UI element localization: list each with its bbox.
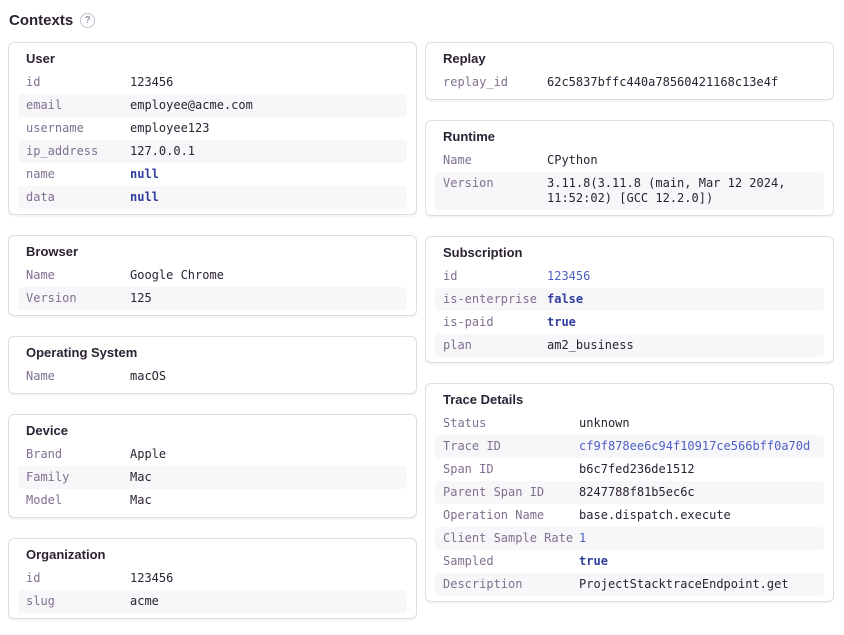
context-value: false <box>547 288 824 311</box>
context-table: replay_id62c5837bffc440a78560421168c13e4… <box>435 71 824 94</box>
context-key: Version <box>18 287 130 310</box>
context-key: Version <box>435 172 547 210</box>
section-header: Contexts ? <box>9 12 834 29</box>
help-question-icon[interactable]: ? <box>80 13 95 28</box>
context-value: Google Chrome <box>130 264 407 287</box>
context-value: Mac <box>130 489 407 512</box>
card-title: Operating System <box>18 345 407 360</box>
context-card-replay: Replay replay_id62c5837bffc440a7856042116… <box>425 42 834 100</box>
context-key: Brand <box>18 443 130 466</box>
context-table: BrandAppleFamilyMacModelMac <box>18 443 407 512</box>
context-value: unknown <box>579 412 824 435</box>
context-table: NameGoogle ChromeVersion125 <box>18 264 407 310</box>
card-title: User <box>18 51 407 66</box>
context-table: id123456emailemployee@acme.comusernameem… <box>18 71 407 209</box>
context-key: Parent Span ID <box>435 481 579 504</box>
context-value: Apple <box>130 443 407 466</box>
context-key: Model <box>18 489 130 512</box>
context-key: Operation Name <box>435 504 579 527</box>
context-card-browser: Browser NameGoogle ChromeVersion125 <box>8 235 417 316</box>
context-table: NameCPythonVersion3.11.8(3.11.8 (main, M… <box>435 149 824 210</box>
context-value: acme <box>130 590 407 613</box>
context-key: slug <box>18 590 130 613</box>
context-key: id <box>435 265 547 288</box>
context-value: 123456 <box>547 265 824 288</box>
context-card-device: Device BrandAppleFamilyMacModelMac <box>8 414 417 518</box>
context-card-operating-system: Operating System NamemacOS <box>8 336 417 394</box>
context-value: null <box>130 163 407 186</box>
context-value: employee123 <box>130 117 407 140</box>
context-key: data <box>18 186 130 209</box>
context-key: name <box>18 163 130 186</box>
context-key: Description <box>435 573 579 596</box>
context-value: true <box>579 550 824 573</box>
context-table: NamemacOS <box>18 365 407 388</box>
context-value: CPython <box>547 149 824 172</box>
context-value: null <box>130 186 407 209</box>
context-value: 8247788f81b5ec6c <box>579 481 824 504</box>
context-key: Name <box>435 149 547 172</box>
context-value: base.dispatch.execute <box>579 504 824 527</box>
context-value: ProjectStacktraceEndpoint.get <box>579 573 824 596</box>
context-card-runtime: Runtime NameCPythonVersion3.11.8(3.11.8 (… <box>425 120 834 216</box>
context-key: id <box>18 567 130 590</box>
context-value: am2_business <box>547 334 824 357</box>
context-key: Status <box>435 412 579 435</box>
card-title: Subscription <box>435 245 824 260</box>
context-card-user: User id123456emailemployee@acme.comuserna… <box>8 42 417 215</box>
card-title: Runtime <box>435 129 824 144</box>
context-key: username <box>18 117 130 140</box>
context-key: email <box>18 94 130 117</box>
context-key: id <box>18 71 130 94</box>
context-key: is-paid <box>435 311 547 334</box>
page-title: Contexts <box>9 12 73 29</box>
right-column: Replay replay_id62c5837bffc440a7856042116… <box>425 42 834 602</box>
context-value: Mac <box>130 466 407 489</box>
context-key: replay_id <box>435 71 547 94</box>
context-key: Sampled <box>435 550 579 573</box>
context-value: b6c7fed236de1512 <box>579 458 824 481</box>
context-value: employee@acme.com <box>130 94 407 117</box>
card-title: Browser <box>18 244 407 259</box>
context-key: is-enterprise <box>435 288 547 311</box>
context-key: Family <box>18 466 130 489</box>
context-value: 3.11.8(3.11.8 (main, Mar 12 2024, 11:52:… <box>547 172 824 210</box>
context-value: true <box>547 311 824 334</box>
context-key: Client Sample Rate <box>435 527 579 550</box>
context-value: 123456 <box>130 567 407 590</box>
card-title: Replay <box>435 51 824 66</box>
context-cards-grid: Userid123456emailemployee@acme.comuserna… <box>8 42 834 619</box>
card-title: Device <box>18 423 407 438</box>
context-key: Trace ID <box>435 435 579 458</box>
contexts-section: Contexts ? Userid123456emailemployee@acm… <box>0 0 844 635</box>
context-table: StatusunknownTrace IDcf9f878ee6c94f10917… <box>435 412 824 596</box>
context-table: id123456slugacme <box>18 567 407 613</box>
card-title: Organization <box>18 547 407 562</box>
context-card-trace-details: Trace Details StatusunknownTrace IDcf9f87… <box>425 383 834 602</box>
context-value: 62c5837bffc440a78560421168c13e4f <box>547 71 824 94</box>
context-value: 127.0.0.1 <box>130 140 407 163</box>
context-key: Name <box>18 264 130 287</box>
context-key: Name <box>18 365 130 388</box>
context-value: 123456 <box>130 71 407 94</box>
context-value: 125 <box>130 287 407 310</box>
context-key: Span ID <box>435 458 579 481</box>
context-card-organization: Organization id123456slugacme <box>8 538 417 619</box>
left-column: Userid123456emailemployee@acme.comuserna… <box>8 42 417 619</box>
context-value: 1 <box>579 527 824 550</box>
context-key: ip_address <box>18 140 130 163</box>
context-card-subscription: Subscription id123456is-enterprisefalseis… <box>425 236 834 363</box>
context-value: macOS <box>130 365 407 388</box>
card-title: Trace Details <box>435 392 824 407</box>
context-key: plan <box>435 334 547 357</box>
context-value-link[interactable]: cf9f878ee6c94f10917ce566bff0a70d <box>579 435 824 458</box>
context-table: id123456is-enterprisefalseis-paidtruepla… <box>435 265 824 357</box>
